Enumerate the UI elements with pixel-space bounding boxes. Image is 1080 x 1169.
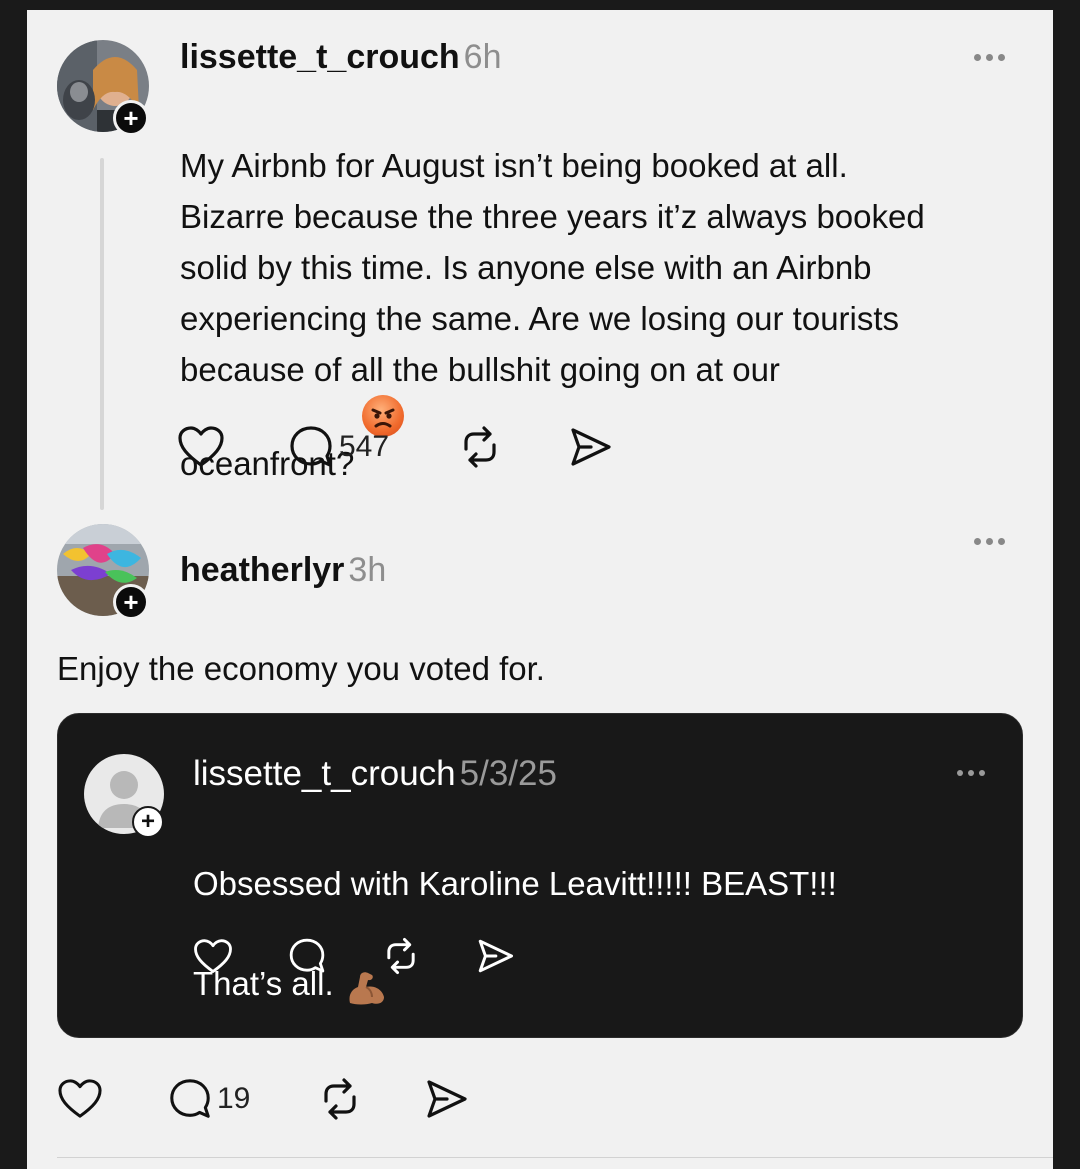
quoted-body: Obsessed with Karoline Leavitt!!!!! BEAS… — [193, 865, 837, 1002]
comment-icon — [170, 1079, 210, 1118]
quoted-text: Obsessed with Karoline Leavitt!!!!! BEAS… — [193, 806, 993, 1014]
quoted-like-button[interactable] — [193, 938, 287, 975]
post-more-icon[interactable] — [974, 54, 1005, 61]
send-icon — [571, 428, 611, 466]
quoted-username[interactable]: lissette_t_crouch 5/3/25 — [193, 754, 557, 794]
share-button[interactable] — [567, 424, 627, 470]
reply-repost-button[interactable] — [317, 1076, 423, 1122]
quoted-more-icon[interactable] — [957, 770, 985, 776]
comment-icon — [289, 938, 325, 973]
post-username[interactable]: lissette_t_crouch 6h — [180, 38, 502, 77]
follow-plus-icon[interactable]: + — [132, 806, 164, 838]
reply-share-button[interactable] — [423, 1076, 483, 1122]
comment-count: 547 — [339, 430, 390, 463]
reply-username-text[interactable]: heatherlyr — [180, 551, 344, 589]
reply-text: Enjoy the economy you voted for. — [57, 650, 545, 687]
comment-button[interactable]: 547 — [287, 423, 457, 471]
quoted-share-button[interactable] — [475, 936, 535, 976]
repost-button[interactable] — [457, 424, 567, 470]
post-actions: 547 — [177, 423, 627, 471]
repost-icon — [464, 426, 496, 468]
quoted-comment-button[interactable] — [287, 936, 381, 976]
send-icon — [427, 1080, 467, 1118]
follow-plus-icon[interactable]: + — [113, 584, 149, 620]
reply-comment-count: 19 — [217, 1082, 251, 1115]
divider — [57, 1157, 1053, 1158]
comment-icon — [290, 426, 332, 467]
reply-username[interactable]: heatherlyr 3h — [180, 551, 386, 590]
like-button[interactable] — [177, 425, 287, 469]
send-icon — [478, 939, 513, 973]
heart-icon — [178, 426, 224, 467]
reply-avatar[interactable]: + — [57, 524, 149, 620]
post-time: 6h — [463, 38, 502, 76]
quoted-avatar[interactable]: + — [84, 754, 164, 838]
reply-actions: 19 — [57, 1076, 483, 1122]
reply-more-icon[interactable] — [974, 538, 1005, 545]
reply-like-button[interactable] — [57, 1078, 167, 1120]
quoted-username-text[interactable]: lissette_t_crouch — [193, 754, 456, 793]
heart-icon — [58, 1079, 102, 1118]
follow-plus-icon[interactable]: + — [113, 100, 149, 136]
reply-time: 3h — [348, 551, 387, 589]
thread-connector-line — [100, 158, 104, 510]
quoted-actions — [193, 936, 535, 976]
heart-icon — [194, 938, 232, 973]
post-username-text[interactable]: lissette_t_crouch — [180, 38, 460, 76]
repost-icon — [387, 938, 415, 974]
thread-card: + lissette_t_crouch 6h My Airbnb for Augu… — [27, 10, 1053, 1169]
quoted-repost-button[interactable] — [381, 936, 475, 976]
quoted-post-card[interactable]: + lissette_t_crouch 5/3/25 Obsessed with … — [57, 713, 1023, 1038]
repost-icon — [324, 1078, 356, 1120]
avatar[interactable]: + — [57, 40, 149, 136]
quoted-time: 5/3/25 — [459, 754, 557, 793]
reply-comment-button[interactable]: 19 — [167, 1076, 317, 1122]
